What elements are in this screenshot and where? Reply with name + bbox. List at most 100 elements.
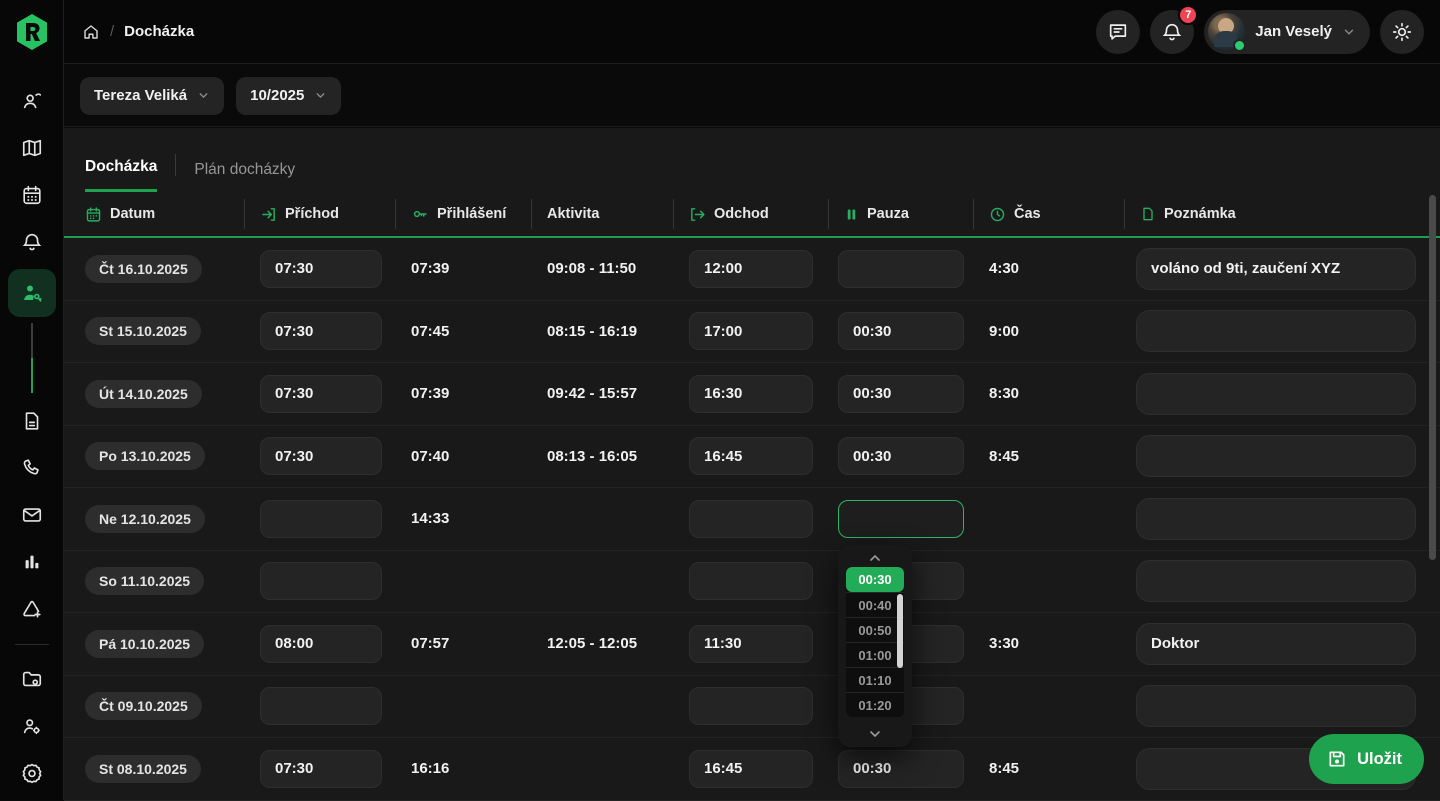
- table-row: Pá 10.10.202507:5712:05 - 12:053:30: [64, 613, 1440, 676]
- poznamka-input-row5[interactable]: [1136, 560, 1416, 602]
- prichod-input-row0[interactable]: [260, 250, 382, 288]
- pauza-input-row4[interactable]: [838, 500, 964, 538]
- date-pill: Po 13.10.2025: [85, 442, 205, 470]
- time-option[interactable]: 01:20: [846, 692, 904, 717]
- prichod-input-row7[interactable]: [260, 687, 382, 725]
- poznamka-input-row6[interactable]: [1136, 623, 1416, 665]
- prichod-input-row3[interactable]: [260, 437, 382, 475]
- clock-icon: [989, 206, 1006, 223]
- calendar-icon: [85, 206, 102, 223]
- app-logo[interactable]: [0, 0, 63, 64]
- sidebar-item-user-settings[interactable]: [12, 706, 52, 746]
- month-select[interactable]: 10/2025: [236, 77, 341, 115]
- person-gear-icon: [21, 715, 43, 737]
- odchod-input-row0-cell: [673, 250, 828, 288]
- breadcrumb: / Docházka: [82, 23, 194, 41]
- sidebar-item-attendance[interactable]: [8, 269, 56, 317]
- scroll-up-button[interactable]: [867, 549, 883, 567]
- scroll-down-button[interactable]: [867, 725, 883, 743]
- odchod-input-row7[interactable]: [689, 687, 813, 725]
- save-button[interactable]: Uložit: [1309, 734, 1424, 784]
- odchod-input-row1[interactable]: [689, 312, 813, 350]
- bell-icon: [1161, 21, 1183, 43]
- topbar: / Docházka 7 Jan Veselý: [64, 0, 1440, 64]
- poznamka-input-row1[interactable]: [1136, 310, 1416, 352]
- odchod-input-row8[interactable]: [689, 750, 813, 788]
- chat-button[interactable]: [1096, 10, 1140, 54]
- time-option[interactable]: 01:00: [846, 642, 904, 667]
- time-option[interactable]: 00:40: [846, 592, 904, 617]
- notification-badge: 7: [1178, 5, 1198, 25]
- avatar: [1208, 13, 1245, 50]
- prichod-input-row4[interactable]: [260, 500, 382, 538]
- odchod-input-row6[interactable]: [689, 625, 813, 663]
- sidebar: [0, 0, 64, 800]
- time-option-list: 00:3000:4000:5001:0001:1001:20: [846, 567, 904, 717]
- column-header-aktivita: Aktivita: [531, 192, 673, 236]
- date-pill: St 08.10.2025: [85, 755, 201, 783]
- sidebar-item-map[interactable]: [12, 128, 52, 168]
- pauza-input-row0[interactable]: [838, 250, 964, 288]
- poznamka-input-row2-cell: [1124, 373, 1440, 415]
- odchod-input-row0[interactable]: [689, 250, 813, 288]
- pauza-input-row8[interactable]: [838, 750, 964, 788]
- notifications-button[interactable]: 7: [1150, 10, 1194, 54]
- pauza-input-row3[interactable]: [838, 437, 964, 475]
- sidebar-item-employees[interactable]: [12, 81, 52, 121]
- prihlaseni-value: 16:16: [395, 760, 531, 777]
- tab-plan-dochazky[interactable]: Plán docházky: [194, 161, 295, 192]
- poznamka-input-row0[interactable]: [1136, 248, 1416, 290]
- prichod-input-row6[interactable]: [260, 625, 382, 663]
- sidebar-item-folder-settings[interactable]: [12, 659, 52, 699]
- prihlaseni-value: 14:33: [395, 510, 531, 527]
- pauza-input-row2[interactable]: [838, 375, 964, 413]
- poznamka-input-row7[interactable]: [1136, 685, 1416, 727]
- dropdown-scrollbar-thumb[interactable]: [897, 594, 903, 668]
- time-option[interactable]: 00:30: [846, 567, 904, 592]
- aktivita-value: 08:13 - 16:05: [531, 448, 673, 465]
- prichod-input-row6-cell: [244, 625, 395, 663]
- odchod-input-row3[interactable]: [689, 437, 813, 475]
- prichod-input-row3-cell: [244, 437, 395, 475]
- column-header-odchod: Odchod: [673, 192, 828, 236]
- date-cell: Pá 10.10.2025: [64, 630, 244, 658]
- sidebar-item-reports[interactable]: [12, 542, 52, 582]
- page-scrollbar-thumb[interactable]: [1429, 195, 1436, 560]
- tab-dochazka[interactable]: Docházka: [85, 158, 157, 192]
- sidebar-item-notifications[interactable]: [12, 222, 52, 262]
- poznamka-input-row2[interactable]: [1136, 373, 1416, 415]
- tab-divider: [175, 154, 176, 176]
- odchod-input-row4[interactable]: [689, 500, 813, 538]
- prichod-input-row8[interactable]: [260, 750, 382, 788]
- prihlaseni-value: 07:40: [395, 448, 531, 465]
- poznamka-input-row4[interactable]: [1136, 498, 1416, 540]
- theme-toggle-button[interactable]: [1380, 10, 1424, 54]
- home-icon[interactable]: [82, 23, 100, 41]
- date-cell: Čt 09.10.2025: [64, 692, 244, 720]
- poznamka-input-row3[interactable]: [1136, 435, 1416, 477]
- sidebar-item-documents[interactable]: [12, 401, 52, 441]
- user-menu[interactable]: Jan Veselý: [1204, 10, 1370, 54]
- prichod-input-row5[interactable]: [260, 562, 382, 600]
- sidebar-item-settings[interactable]: [12, 753, 52, 793]
- prichod-input-row2[interactable]: [260, 375, 382, 413]
- time-option[interactable]: 01:10: [846, 667, 904, 692]
- odchod-input-row3-cell: [673, 437, 828, 475]
- pauza-input-row1[interactable]: [838, 312, 964, 350]
- employee-select-value: Tereza Veliká: [94, 87, 187, 104]
- employee-select[interactable]: Tereza Veliká: [80, 77, 224, 115]
- prihlaseni-value: 07:45: [395, 323, 531, 340]
- odchod-input-row4-cell: [673, 500, 828, 538]
- table-row: St 08.10.202516:168:45: [64, 738, 1440, 801]
- time-option[interactable]: 00:50: [846, 617, 904, 642]
- column-header-pauza: Pauza: [828, 192, 973, 236]
- odchod-input-row5[interactable]: [689, 562, 813, 600]
- sidebar-item-mail[interactable]: [12, 495, 52, 535]
- sidebar-item-calendar[interactable]: [12, 175, 52, 215]
- sidebar-item-add-project[interactable]: [12, 589, 52, 629]
- odchod-input-row2[interactable]: [689, 375, 813, 413]
- document-icon: [21, 410, 43, 432]
- prichod-input-row2-cell: [244, 375, 395, 413]
- sidebar-item-phone[interactable]: [12, 448, 52, 488]
- prichod-input-row1[interactable]: [260, 312, 382, 350]
